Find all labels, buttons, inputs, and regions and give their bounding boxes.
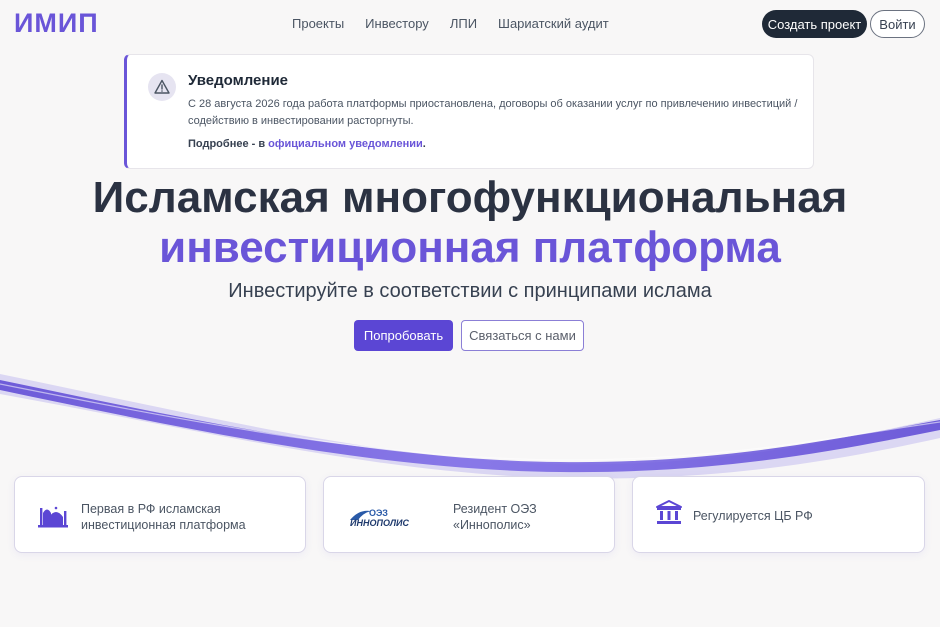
- svg-text:ИННОПОЛИС: ИННОПОЛИС: [350, 518, 409, 527]
- hero-title-line-1: Исламская многофункциональная: [92, 173, 848, 222]
- svg-text:ОЭЗ: ОЭЗ: [369, 508, 388, 518]
- notice-more-prefix: Подробнее - в: [188, 138, 269, 150]
- nav-item-sharia-audit[interactable]: Шариатский аудит: [498, 16, 609, 31]
- header: ИМИП Проекты Инвестору ЛПИ Шариатский ау…: [0, 0, 940, 48]
- innopolis-logo: ОЭЗ ИННОПОЛИС: [349, 507, 441, 532]
- feature-card-innopolis: ОЭЗ ИННОПОЛИС Резидент ОЭЗ «Иннополис»: [323, 476, 615, 553]
- notice-title: Уведомление: [188, 72, 289, 89]
- notice-more-suffix: .: [422, 138, 426, 150]
- try-button[interactable]: Попробовать: [354, 320, 453, 351]
- bank-icon: [655, 499, 683, 532]
- decorative-wave: [0, 374, 940, 479]
- contact-us-button[interactable]: Связаться с нами: [461, 320, 584, 351]
- warning-icon: [148, 73, 176, 101]
- login-button[interactable]: Войти: [870, 10, 925, 38]
- feature-card-first: Первая в РФ исламская инвестиционная пла…: [14, 476, 306, 553]
- feature-card-regulated-text: Регулируется ЦБ РФ: [693, 509, 813, 523]
- nav-item-lpi[interactable]: ЛПИ: [450, 16, 477, 31]
- notice-banner: Уведомление С 28 августа 2026 года работ…: [124, 54, 814, 169]
- feature-card-first-text: Первая в РФ исламская инвестиционная пла…: [81, 502, 246, 532]
- notice-text: С 28 августа 2026 года работа платформы …: [188, 98, 798, 127]
- nav-item-projects[interactable]: Проекты: [292, 16, 344, 31]
- official-notice-link[interactable]: официальном уведомлении: [268, 138, 423, 150]
- feature-card-innopolis-text: Резидент ОЭЗ «Иннополис»: [453, 502, 537, 532]
- notice-more: Подробнее - в официальном уведомлении.: [188, 138, 426, 150]
- feature-card-regulated: Регулируется ЦБ РФ: [632, 476, 925, 553]
- nav-item-investor[interactable]: Инвестору: [365, 16, 429, 31]
- hero-title-line-2: инвестиционная платформа: [159, 223, 781, 272]
- logo[interactable]: ИМИП: [14, 8, 99, 39]
- mosque-icon: [37, 499, 69, 534]
- main-nav: Проекты Инвестору ЛПИ Шариатский аудит: [292, 16, 609, 31]
- hero-subtitle: Инвестируйте в соответствии с принципами…: [228, 280, 712, 302]
- create-project-button[interactable]: Создать проект: [762, 10, 867, 38]
